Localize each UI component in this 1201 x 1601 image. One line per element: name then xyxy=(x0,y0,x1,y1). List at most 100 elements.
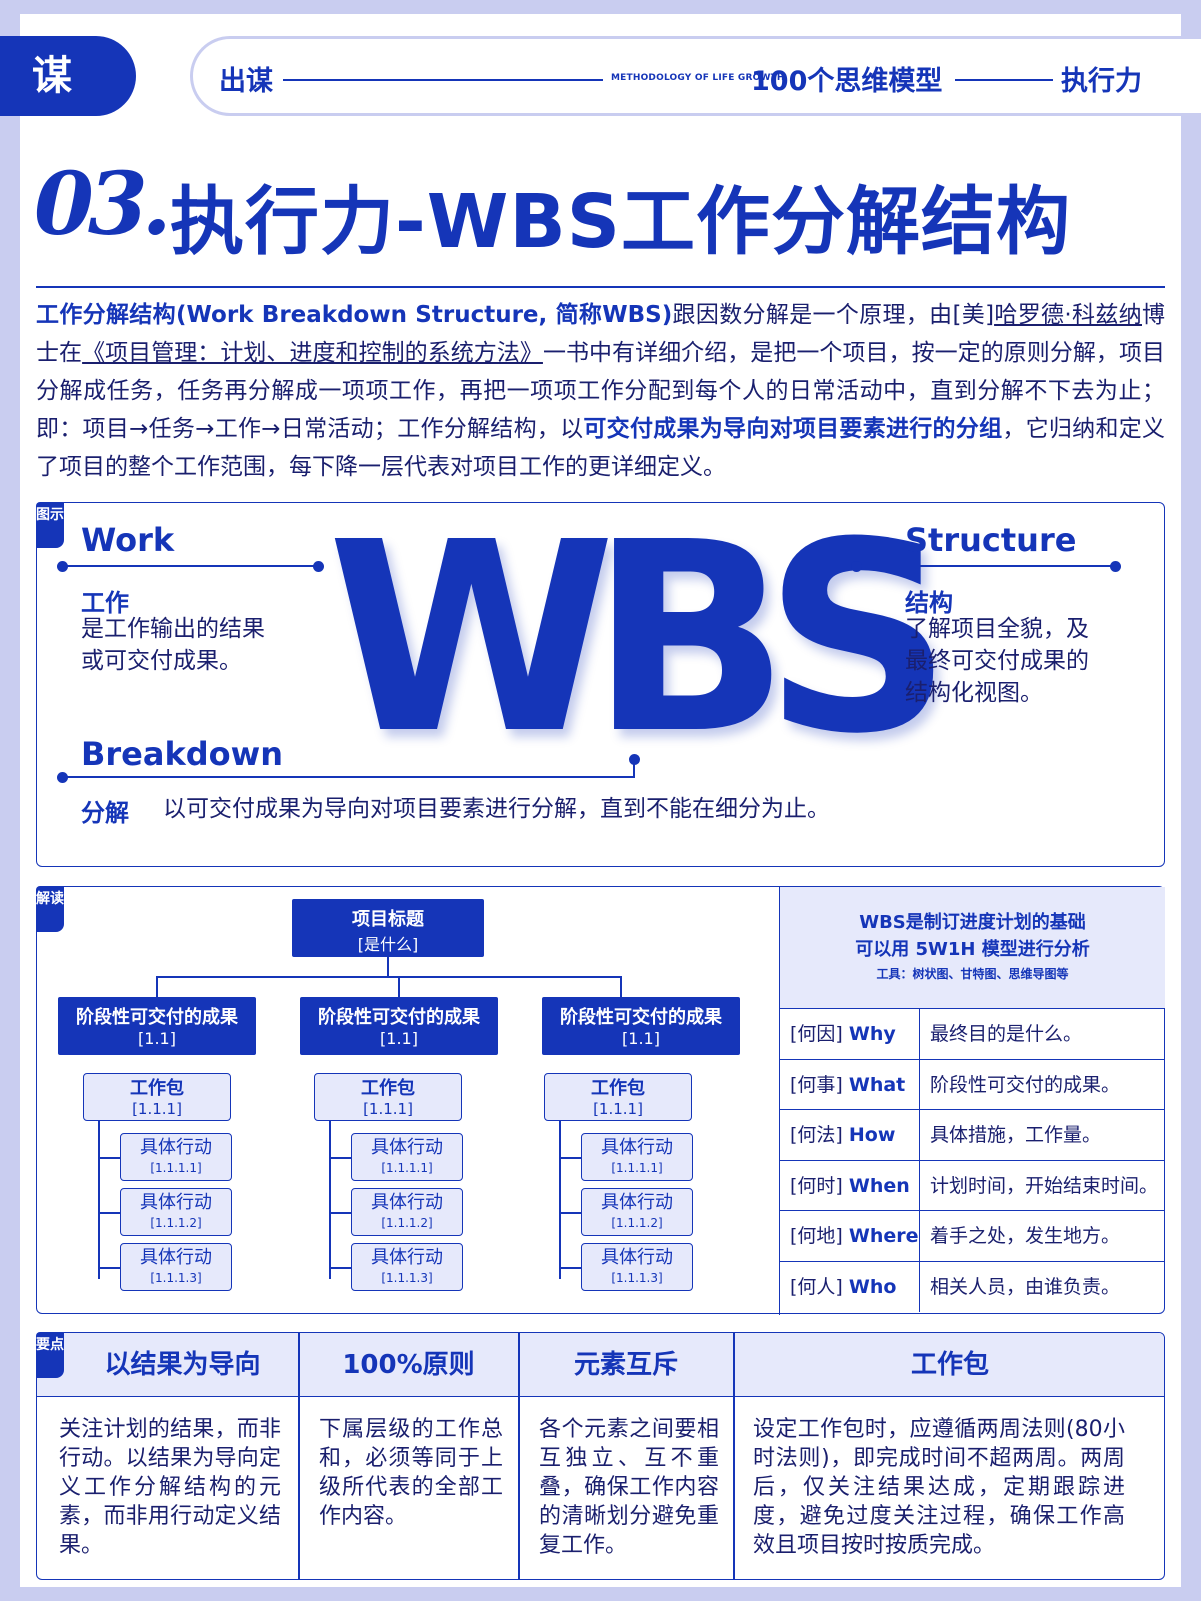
5w1h-table: WBS是制订进度计划的基础 可以用 5W1H 模型进行分析 工具：树状图、甘特图… xyxy=(779,887,1165,1315)
tree-action-code: [1.1.1.2] xyxy=(611,1216,663,1230)
row-value: 最终目的是什么。 xyxy=(930,1023,1083,1045)
panel-tag: 图示 xyxy=(36,502,64,548)
wbs-tree-panel: 解读 项目标题 [是什么] 阶段性可交付的成果 [1.1] 工作包 [1.1.1… xyxy=(36,886,1165,1315)
table-row: [何因] Why 最终目的是什么。 xyxy=(780,1009,1165,1060)
intro-highlight: 可交付成果为导向对项目要素进行的分组 xyxy=(583,416,1003,442)
breakdown-line xyxy=(63,776,635,778)
tree-package: 工作包 [1.1.1] xyxy=(83,1073,231,1121)
row-value: 着手之处，发生地方。 xyxy=(930,1225,1121,1247)
row-key-cn: [何时] xyxy=(790,1174,843,1197)
structure-term: Structure xyxy=(905,521,1077,559)
work-dot-right xyxy=(313,561,324,572)
point-heading: 100%原则 xyxy=(342,1350,475,1380)
structure-desc-1: 了解项目全貌，及 xyxy=(905,616,1089,642)
point-body: 关注计划的结果，而非行动。以结果为导向定义工作分解结构的元素，而非用行动定义结果… xyxy=(59,1417,281,1558)
tree-phase: 阶段性可交付的成果 [1.1] xyxy=(58,997,256,1055)
tree-action-code: [1.1.1.1] xyxy=(150,1161,202,1175)
tree-connector xyxy=(98,1121,100,1279)
tree-action-title: 具体行动 xyxy=(371,1137,443,1158)
structure-desc-3: 结构化视图。 xyxy=(905,680,1043,706)
row-key-en: Who xyxy=(848,1275,897,1298)
row-key-cn: [何法] xyxy=(790,1124,843,1146)
tree-connector xyxy=(559,1157,581,1159)
tree-action: 具体行动 [1.1.1.1] xyxy=(351,1133,463,1181)
tree-phase-title: 阶段性可交付的成果 xyxy=(76,1007,238,1028)
tree-action: 具体行动 [1.1.1.2] xyxy=(120,1188,232,1236)
key-points-panel: 要点 以结果为导向 100%原则 元素互斥 工作包 关注计划的结果，而非行动。以… xyxy=(36,1332,1165,1580)
row-key-cn: [何人] xyxy=(790,1275,843,1298)
row-key-en: Why xyxy=(848,1023,896,1045)
tree-action: 具体行动 [1.1.1.1] xyxy=(581,1133,693,1181)
row-key-en: How xyxy=(848,1124,896,1146)
tree-phase-code: [1.1] xyxy=(380,1029,418,1048)
tree-connector xyxy=(329,1212,351,1214)
tree-root-title: 项目标题 xyxy=(352,909,424,930)
tree-action-title: 具体行动 xyxy=(371,1247,443,1268)
table-tools: 工具：树状图、甘特图、思维导图等 xyxy=(876,967,1069,981)
row-value: 具体措施，工作量。 xyxy=(930,1124,1102,1146)
tree-action: 具体行动 [1.1.1.3] xyxy=(120,1243,232,1291)
tree-action-code: [1.1.1.1] xyxy=(381,1161,433,1175)
point-body: 下属层级的工作总和，必须等同于上级所代表的全部工作内容。 xyxy=(319,1417,503,1529)
wbs-letters: WBS xyxy=(327,486,952,791)
intro-author: 哈罗德·科兹纳 xyxy=(994,302,1142,328)
row-value: 相关人员，由谁负责。 xyxy=(930,1275,1121,1298)
tree-action-title: 具体行动 xyxy=(601,1192,673,1213)
header-center: 100个思维模型 xyxy=(751,66,943,97)
wbs-diagram-panel: 图示 WBS Work 工作 是工作输出的结果 或可交付成果。 Structur… xyxy=(36,489,1165,867)
header-divider xyxy=(955,79,1053,81)
row-value: 阶段性可交付的成果。 xyxy=(930,1073,1121,1096)
tree-action-title: 具体行动 xyxy=(371,1192,443,1213)
breakdown-cn: 分解 xyxy=(81,799,129,827)
tree-phase-code: [1.1] xyxy=(138,1029,176,1048)
tree-package-code: [1.1.1] xyxy=(132,1100,182,1118)
structure-line xyxy=(857,565,1115,567)
header-left: 出谋 xyxy=(219,66,273,97)
tree-package-title: 工作包 xyxy=(591,1078,645,1099)
tree-package: 工作包 [1.1.1] xyxy=(544,1073,692,1121)
tree-action-code: [1.1.1.2] xyxy=(381,1216,433,1230)
table-head-2: 可以用 5W1H 模型进行分析 xyxy=(855,939,1090,960)
row-key-en: What xyxy=(848,1073,906,1096)
tree-package-code: [1.1.1] xyxy=(363,1100,413,1118)
point-heading: 以结果为导向 xyxy=(104,1350,261,1380)
tree-action-code: [1.1.1.2] xyxy=(150,1216,202,1230)
title-number: 03. xyxy=(34,154,172,255)
breakdown-line-v xyxy=(633,759,635,777)
row-value: 计划时间，开始结束时间。 xyxy=(930,1174,1159,1197)
tree-action-code: [1.1.1.1] xyxy=(611,1161,663,1175)
tree-connector xyxy=(559,1267,581,1269)
table-row: [何法] How 具体措施，工作量。 xyxy=(780,1110,1165,1161)
work-desc-1: 是工作输出的结果 xyxy=(81,616,265,642)
intro-term: 工作分解结构(Work Breakdown Structure, 简称WBS) xyxy=(36,302,673,328)
tree-action: 具体行动 [1.1.1.2] xyxy=(351,1188,463,1236)
structure-dot-right xyxy=(1110,561,1121,572)
tree-action: 具体行动 [1.1.1.2] xyxy=(581,1188,693,1236)
tree-connector xyxy=(329,1121,331,1279)
tree-phase: 阶段性可交付的成果 [1.1] xyxy=(542,997,740,1055)
table-row: [何人] Who 相关人员，由谁负责。 xyxy=(780,1261,1165,1312)
point-body: 各个元素之间要相互独立、互不重叠，确保工作内容的清晰划分避免重复工作。 xyxy=(539,1417,719,1558)
row-key-cn: [何因] xyxy=(790,1023,843,1045)
table-row: [何事] What 阶段性可交付的成果。 xyxy=(780,1059,1165,1110)
row-key-en: Where xyxy=(848,1225,919,1247)
row-key-en: When xyxy=(848,1174,910,1197)
tree-connector xyxy=(398,976,400,998)
tree-action-title: 具体行动 xyxy=(140,1247,212,1268)
breakdown-desc: 以可交付成果为导向对项目要素进行分解，直到不能在细分为止。 xyxy=(163,796,830,822)
point-heading: 工作包 xyxy=(910,1350,989,1380)
tree-root-sub: [是什么] xyxy=(357,935,419,954)
tree-package-title: 工作包 xyxy=(361,1078,415,1099)
tree-action-title: 具体行动 xyxy=(601,1247,673,1268)
tree-root: 项目标题 [是什么] xyxy=(292,899,484,957)
tree-action: 具体行动 [1.1.1.3] xyxy=(581,1243,693,1291)
tree-connector xyxy=(559,1121,561,1279)
breakdown-term: Breakdown xyxy=(81,735,283,773)
tree-action: 具体行动 [1.1.1.3] xyxy=(351,1243,463,1291)
title-divider xyxy=(36,286,1165,288)
panel-tag: 解读 xyxy=(36,886,64,932)
header-divider xyxy=(283,79,603,81)
tree-phase: 阶段性可交付的成果 [1.1] xyxy=(300,997,498,1055)
page-title: 执行力-WBS工作分解结构 xyxy=(170,179,1072,265)
tree-connector xyxy=(98,1267,120,1269)
